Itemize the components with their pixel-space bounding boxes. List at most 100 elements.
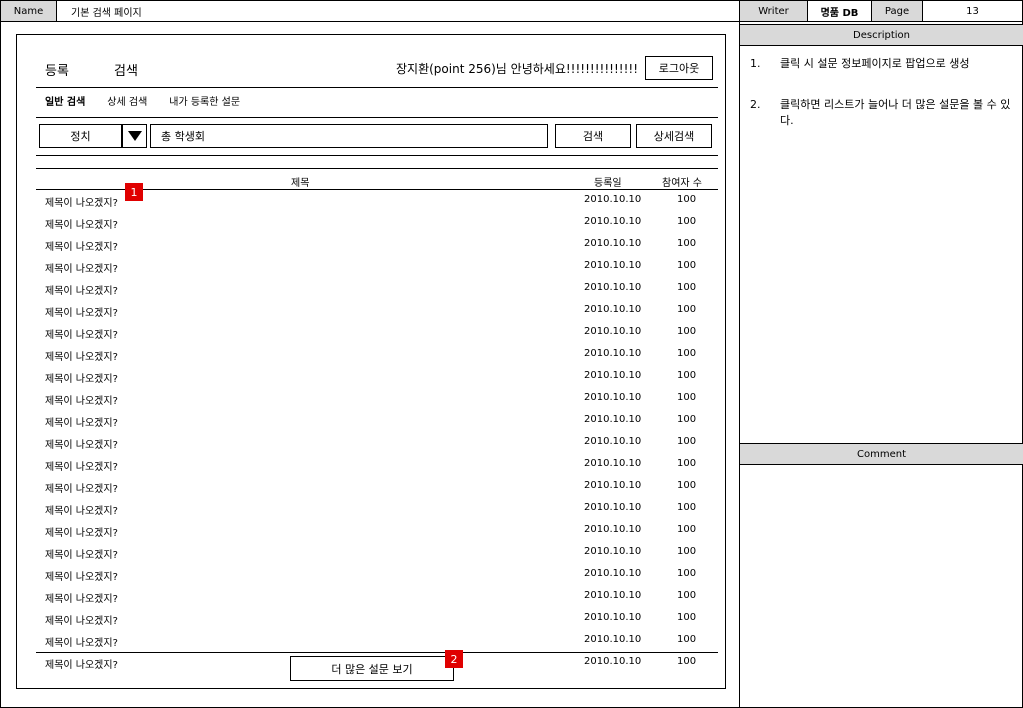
row-participant-count: 100 <box>677 590 697 601</box>
row-date: 2010.10.10 <box>584 524 642 535</box>
row-participant-count: 100 <box>677 568 697 579</box>
row-participant-count: 100 <box>677 216 697 227</box>
more-surveys-button[interactable]: 더 많은 설문 보기 <box>290 656 454 681</box>
row-title[interactable]: 제목이 나오겠지? <box>45 370 118 385</box>
column-header-date: 등록일 <box>594 178 622 189</box>
table-row[interactable]: 제목이 나오겠지? 2010.10.10 100 <box>45 304 715 326</box>
table-row[interactable]: 제목이 나오겠지? 2010.10.10 100 <box>45 480 715 502</box>
table-row[interactable]: 제목이 나오겠지? 2010.10.10 100 <box>45 216 715 238</box>
table-row[interactable]: 제목이 나오겠지? 2010.10.10 100 <box>45 326 715 348</box>
row-title[interactable]: 제목이 나오겠지? <box>45 348 118 363</box>
row-title[interactable]: 제목이 나오겠지? <box>45 194 118 209</box>
row-title[interactable]: 제목이 나오겠지? <box>45 502 118 517</box>
nav-search[interactable]: 검색 <box>114 60 138 79</box>
divider <box>36 155 718 156</box>
row-date: 2010.10.10 <box>584 304 642 315</box>
row-title[interactable]: 제목이 나오겠지? <box>45 612 118 627</box>
row-date: 2010.10.10 <box>584 458 642 469</box>
row-date: 2010.10.10 <box>584 656 642 667</box>
description-header: Description <box>740 24 1023 46</box>
table-row[interactable]: 제목이 나오겠지? 2010.10.10 100 <box>45 260 715 282</box>
row-date: 2010.10.10 <box>584 194 642 205</box>
description-text: 클릭 시 설문 정보페이지로 팝업으로 생성 <box>780 57 970 70</box>
row-title[interactable]: 제목이 나오겠지? <box>45 260 118 275</box>
row-participant-count: 100 <box>677 634 697 645</box>
row-participant-count: 100 <box>677 238 697 249</box>
row-date: 2010.10.10 <box>584 612 642 623</box>
row-title[interactable]: 제목이 나오겠지? <box>45 656 118 671</box>
row-participant-count: 100 <box>677 194 697 205</box>
table-row[interactable]: 제목이 나오겠지? 2010.10.10 100 <box>45 414 715 436</box>
row-participant-count: 100 <box>677 414 697 425</box>
table-row[interactable]: 제목이 나오겠지? 2010.10.10 100 <box>45 590 715 612</box>
search-button[interactable]: 검색 <box>555 124 631 148</box>
description-number: 1. <box>750 57 761 70</box>
row-title[interactable]: 제목이 나오겠지? <box>45 238 118 253</box>
row-date: 2010.10.10 <box>584 260 642 271</box>
search-input[interactable]: 총 학생회 <box>150 124 548 148</box>
column-header-title: 제목 <box>291 178 310 189</box>
search-tabs: 일반 검색 상세 검색 내가 등록한 설문 <box>45 93 262 108</box>
row-title[interactable]: 제목이 나오겠지? <box>45 304 118 319</box>
table-row[interactable]: 제목이 나오겠지? 2010.10.10 100 <box>45 524 715 546</box>
row-date: 2010.10.10 <box>584 546 642 557</box>
description-text: 클릭하면 리스트가 늘어나 더 많은 설문을 볼 수 있다. <box>780 98 1011 127</box>
column-header-participants: 참여자 수 <box>662 178 702 189</box>
row-title[interactable]: 제목이 나오겠지? <box>45 590 118 605</box>
row-date: 2010.10.10 <box>584 436 642 447</box>
user-greeting: 장지환(point 256)님 안녕하세요!!!!!!!!!!!!!!! <box>396 62 639 76</box>
row-participant-count: 100 <box>677 260 697 271</box>
row-participant-count: 100 <box>677 392 697 403</box>
row-date: 2010.10.10 <box>584 590 642 601</box>
table-row[interactable]: 제목이 나오겠지? 2010.10.10 100 <box>45 348 715 370</box>
row-title[interactable]: 제목이 나오겠지? <box>45 326 118 341</box>
row-date: 2010.10.10 <box>584 282 642 293</box>
row-title[interactable]: 제목이 나오겠지? <box>45 568 118 583</box>
row-title[interactable]: 제목이 나오겠지? <box>45 436 118 451</box>
row-date: 2010.10.10 <box>584 480 642 491</box>
logout-button[interactable]: 로그아웃 <box>645 56 713 80</box>
detail-search-button[interactable]: 상세검색 <box>636 124 712 148</box>
row-date: 2010.10.10 <box>584 326 642 337</box>
category-dropdown-button[interactable] <box>122 124 147 148</box>
table-row[interactable]: 제목이 나오겠지? 2010.10.10 100 <box>45 392 715 414</box>
row-title[interactable]: 제목이 나오겠지? <box>45 458 118 473</box>
row-title[interactable]: 제목이 나오겠지? <box>45 282 118 297</box>
table-top-border <box>36 168 718 169</box>
tab-my-surveys[interactable]: 내가 등록한 설문 <box>169 93 240 108</box>
table-row[interactable]: 제목이 나오겠지? 2010.10.10 100 <box>45 568 715 590</box>
table-row[interactable]: 제목이 나오겠지? 2010.10.10 100 <box>45 546 715 568</box>
annotation-marker-1: 1 <box>125 183 143 201</box>
table-row[interactable]: 제목이 나오겠지? 2010.10.10 100 <box>45 370 715 392</box>
writer-label: Writer <box>740 1 808 21</box>
table-row[interactable]: 제목이 나오겠지? 2010.10.10 100 <box>45 458 715 480</box>
row-title[interactable]: 제목이 나오겠지? <box>45 392 118 407</box>
row-title[interactable]: 제목이 나오겠지? <box>45 480 118 495</box>
row-date: 2010.10.10 <box>584 370 642 381</box>
comment-header: Comment <box>740 443 1023 465</box>
row-date: 2010.10.10 <box>584 392 642 403</box>
table-bottom-border <box>36 652 718 653</box>
row-title[interactable]: 제목이 나오겠지? <box>45 546 118 561</box>
tab-detail-search[interactable]: 상세 검색 <box>107 93 147 108</box>
row-title[interactable]: 제목이 나오겠지? <box>45 414 118 429</box>
annotation-marker-2: 2 <box>445 650 463 668</box>
table-row[interactable]: 제목이 나오겠지? 2010.10.10 100 <box>45 194 715 216</box>
table-row[interactable]: 제목이 나오겠지? 2010.10.10 100 <box>45 502 715 524</box>
row-title[interactable]: 제목이 나오겠지? <box>45 524 118 539</box>
name-label: Name <box>1 1 57 21</box>
annotation-panel: Description 1. 클릭 시 설문 정보페이지로 팝업으로 생성 2.… <box>740 22 1023 708</box>
row-date: 2010.10.10 <box>584 216 642 227</box>
row-date: 2010.10.10 <box>584 414 642 425</box>
tab-basic-search[interactable]: 일반 검색 <box>45 93 85 108</box>
table-row[interactable]: 제목이 나오겠지? 2010.10.10 100 <box>45 238 715 260</box>
table-row[interactable]: 제목이 나오겠지? 2010.10.10 100 <box>45 436 715 458</box>
row-participant-count: 100 <box>677 612 697 623</box>
row-title[interactable]: 제목이 나오겠지? <box>45 634 118 649</box>
category-select[interactable]: 정치 <box>39 124 122 148</box>
nav-register[interactable]: 등록 <box>45 60 69 79</box>
table-row[interactable]: 제목이 나오겠지? 2010.10.10 100 <box>45 612 715 634</box>
row-title[interactable]: 제목이 나오겠지? <box>45 216 118 231</box>
row-participant-count: 100 <box>677 480 697 491</box>
table-row[interactable]: 제목이 나오겠지? 2010.10.10 100 <box>45 282 715 304</box>
